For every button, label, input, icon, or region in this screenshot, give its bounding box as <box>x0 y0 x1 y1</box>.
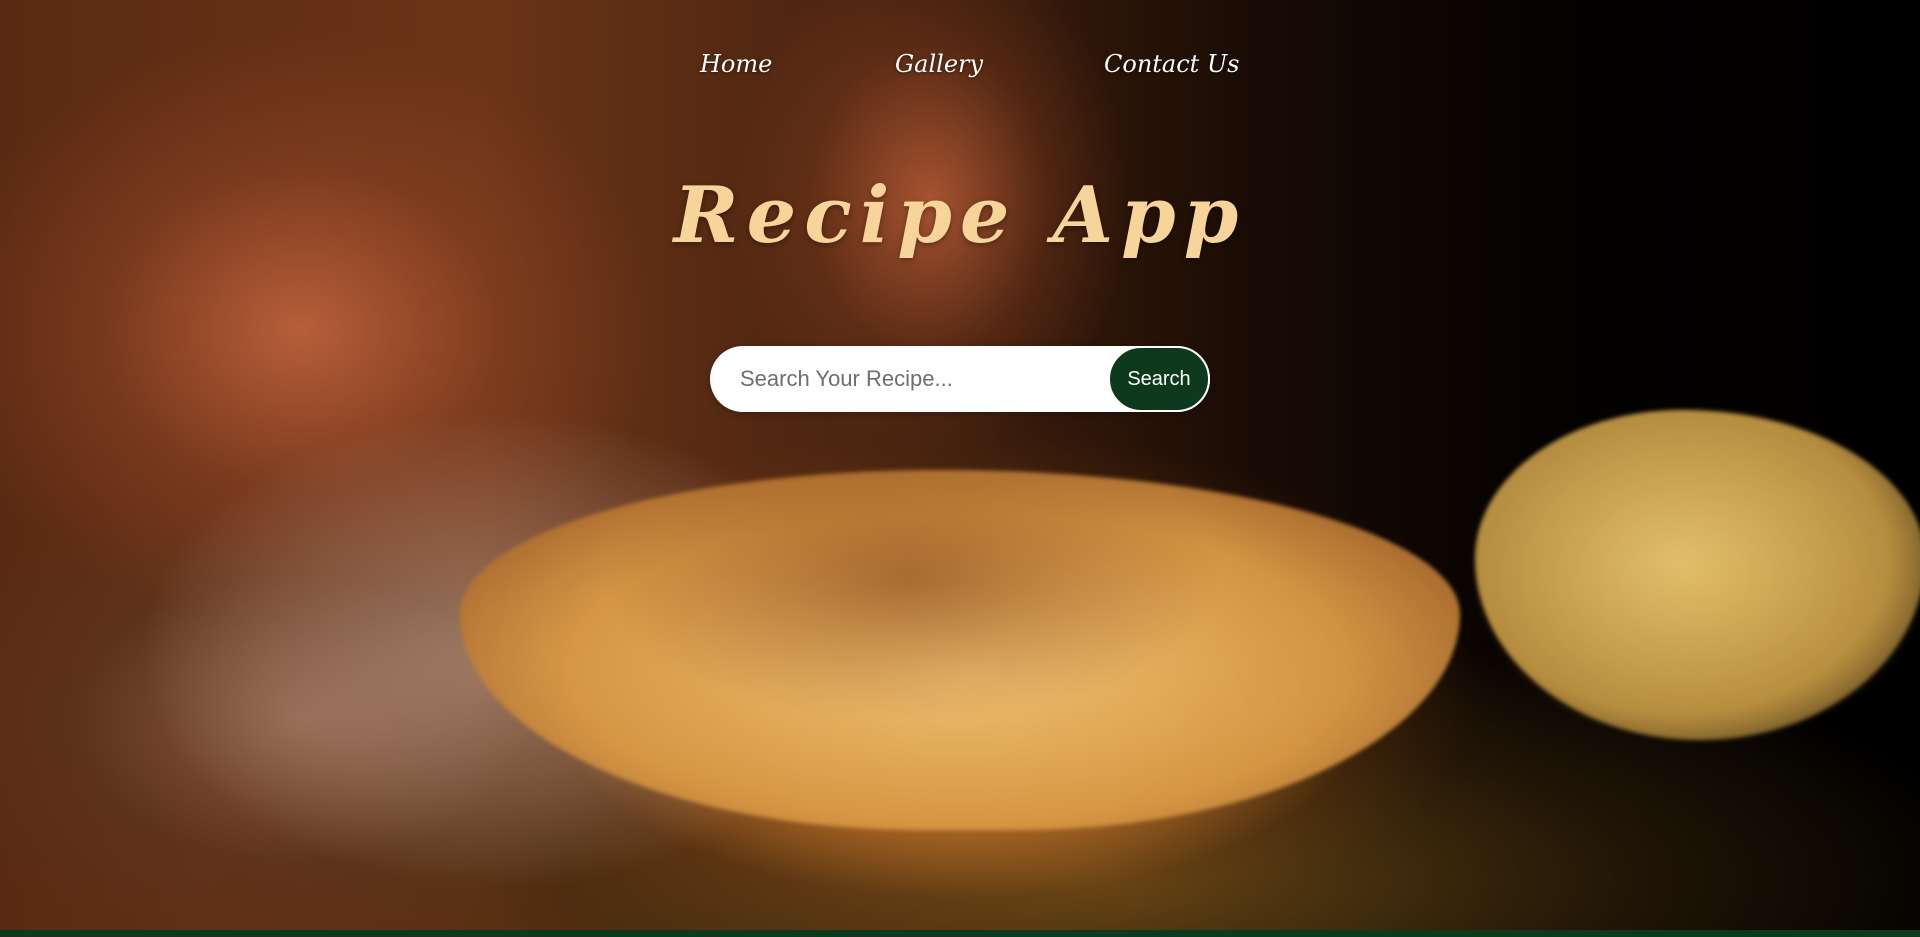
nav-link-gallery[interactable]: Gallery <box>895 50 983 78</box>
search-button[interactable]: Search <box>1108 346 1210 412</box>
search-bar: Search <box>710 346 1210 412</box>
hero-background-flatbread-secondary <box>1475 410 1920 740</box>
hero-section: Home Gallery Contact Us Recipe App Searc… <box>0 0 1920 930</box>
bottom-accent-bar <box>0 930 1920 937</box>
top-navigation: Home Gallery Contact Us <box>0 50 1920 90</box>
page-title: Recipe App <box>673 170 1247 261</box>
nav-link-contact-us[interactable]: Contact Us <box>1104 50 1239 78</box>
search-input[interactable] <box>732 357 1108 401</box>
nav-link-home[interactable]: Home <box>700 50 772 78</box>
